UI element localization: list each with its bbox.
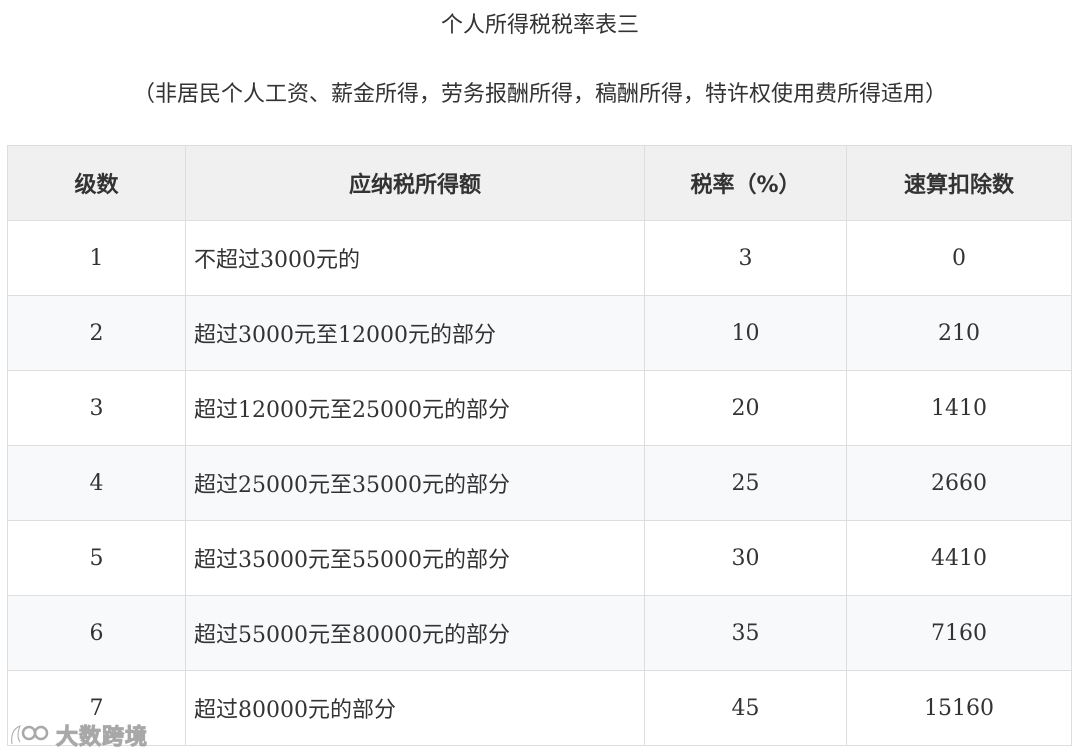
table-row: 6 超过55000元至80000元的部分 35 7160 bbox=[7, 595, 1072, 671]
cell-rate: 20 bbox=[644, 370, 847, 446]
cell-range: 超过35000元至55000元的部分 bbox=[185, 520, 645, 596]
document-subtitle: （非居民个人工资、薪金所得，劳务报酬所得，稿酬所得，特许权使用费所得适用） bbox=[132, 82, 947, 107]
header-level: 级数 bbox=[7, 145, 186, 221]
cell-rate: 25 bbox=[644, 445, 847, 521]
cell-deduction: 7160 bbox=[846, 595, 1072, 671]
cell-rate: 35 bbox=[644, 595, 847, 671]
cell-level: 1 bbox=[7, 220, 186, 296]
table-row: 5 超过35000元至55000元的部分 30 4410 bbox=[7, 520, 1072, 596]
table-row: 3 超过12000元至25000元的部分 20 1410 bbox=[7, 370, 1072, 446]
table-row: 7 超过80000元的部分 45 15160 bbox=[7, 670, 1072, 746]
cell-range: 超过3000元至12000元的部分 bbox=[185, 295, 645, 371]
table-row: 1 不超过3000元的 3 0 bbox=[7, 220, 1072, 296]
cell-deduction: 1410 bbox=[846, 370, 1072, 446]
cell-range: 超过12000元至25000元的部分 bbox=[185, 370, 645, 446]
table-row: 2 超过3000元至12000元的部分 10 210 bbox=[7, 295, 1072, 371]
cell-level: 6 bbox=[7, 595, 186, 671]
dashuju-logo-icon bbox=[10, 723, 49, 745]
cell-range: 不超过3000元的 bbox=[185, 220, 645, 296]
watermark: 大数跨境 bbox=[8, 718, 148, 752]
cell-range: 超过55000元至80000元的部分 bbox=[185, 595, 645, 671]
cell-range: 超过80000元的部分 bbox=[185, 670, 645, 746]
cell-rate: 30 bbox=[644, 520, 847, 596]
document-title: 个人所得税税率表三 bbox=[440, 13, 639, 38]
tax-rate-table: 级数 应纳税所得额 税率（%） 速算扣除数 1 不超过3000元的 3 0 2 … bbox=[7, 145, 1072, 746]
cell-range: 超过25000元至35000元的部分 bbox=[185, 445, 645, 521]
cell-rate: 10 bbox=[644, 295, 847, 371]
cell-rate: 45 bbox=[644, 670, 847, 746]
header-quick-deduction: 速算扣除数 bbox=[846, 145, 1072, 221]
cell-level: 5 bbox=[7, 520, 186, 596]
cell-deduction: 2660 bbox=[846, 445, 1072, 521]
cell-deduction: 0 bbox=[846, 220, 1072, 296]
cell-level: 3 bbox=[7, 370, 186, 446]
table-header-row: 级数 应纳税所得额 税率（%） 速算扣除数 bbox=[7, 145, 1072, 221]
header-tax-rate: 税率（%） bbox=[644, 145, 847, 221]
cell-deduction: 210 bbox=[846, 295, 1072, 371]
table-row: 4 超过25000元至35000元的部分 25 2660 bbox=[7, 445, 1072, 521]
header-taxable-income: 应纳税所得额 bbox=[185, 145, 645, 221]
cell-deduction: 15160 bbox=[846, 670, 1072, 746]
cell-rate: 3 bbox=[644, 220, 847, 296]
cell-deduction: 4410 bbox=[846, 520, 1072, 596]
cell-level: 4 bbox=[7, 445, 186, 521]
watermark-text: 大数跨境 bbox=[55, 725, 149, 751]
cell-level: 2 bbox=[7, 295, 186, 371]
